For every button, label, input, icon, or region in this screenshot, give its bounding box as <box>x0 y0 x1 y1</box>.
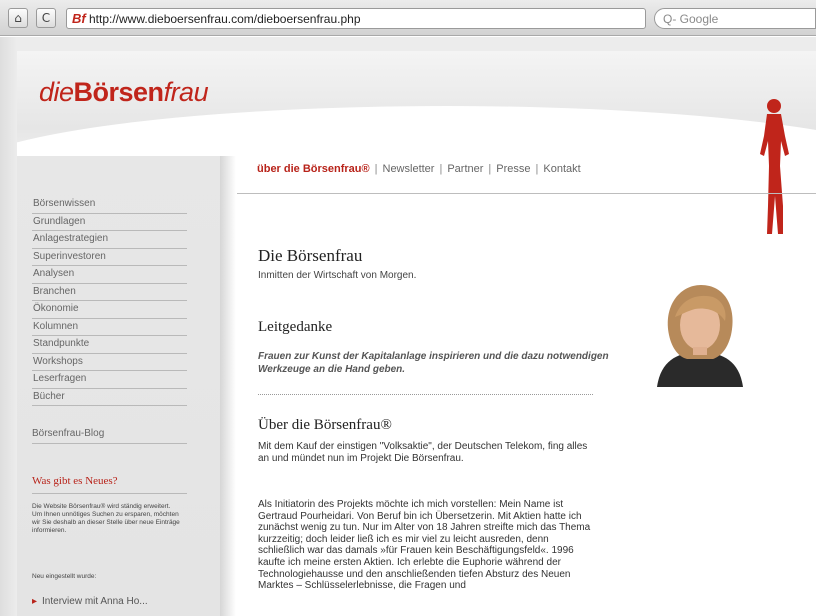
page-subtitle: Inmitten der Wirtschaft von Morgen. <box>258 270 417 281</box>
nav-divider <box>237 193 816 194</box>
favicon-icon: Bf <box>72 11 86 26</box>
sidebar-item-kolumnen[interactable]: Kolumnen <box>32 319 187 336</box>
section-heading-leitgedanke: Leitgedanke <box>258 319 333 335</box>
reload-icon: C <box>41 11 51 25</box>
portrait-image <box>639 277 759 387</box>
search-placeholder: Q- Google <box>663 12 719 26</box>
dotted-divider <box>258 394 593 395</box>
side-menu: Börsenwissen Grundlagen Anlagestrategien… <box>32 196 187 406</box>
news-divider <box>32 493 187 494</box>
leitgedanke-quote: Frauen zur Kunst der Kapitalanlage inspi… <box>258 351 609 375</box>
nav-link-kontakt[interactable]: Kontakt <box>543 163 580 175</box>
news-text: Die Website Börsenfrau® wird ständig erw… <box>32 503 180 534</box>
sidebar-item-analysen[interactable]: Analysen <box>32 266 187 284</box>
section-heading-about: Über die Börsenfrau® <box>258 417 392 433</box>
url-text[interactable]: http://www.dieboersenfrau.com/dieboersen… <box>89 12 361 26</box>
about-paragraph-2: Als Initiatorin des Projekts möchte ich … <box>258 499 591 592</box>
home-button[interactable]: ⌂ <box>8 8 28 28</box>
sidebar-item-blog[interactable]: Börsenfrau-Blog <box>32 426 187 444</box>
woman-silhouette-icon <box>760 99 789 234</box>
site-logo[interactable]: dieBörsenfrau <box>39 77 209 108</box>
nav-link-newsletter[interactable]: Newsletter <box>383 163 435 175</box>
sidebar-item-oekonomie[interactable]: Ökonomie <box>32 301 187 319</box>
site-container: dieBörsenfrau über die Börsenfrau® | Newsl… <box>17 51 816 616</box>
reload-button[interactable]: C <box>36 8 56 28</box>
sidebar-item-workshops[interactable]: Workshops <box>32 354 187 371</box>
search-input[interactable]: Q- Google <box>654 8 816 29</box>
bullet-icon: ▸ <box>32 596 38 607</box>
news-link[interactable]: ▸ Interview mit Anna Ho... <box>32 596 182 608</box>
page-background: dieBörsenfrau über die Börsenfrau® | Newsl… <box>0 37 816 616</box>
nav-link-partner[interactable]: Partner <box>447 163 483 175</box>
page-title: Die Börsenfrau <box>258 246 363 265</box>
sidebar-item-boersenwissen[interactable]: Börsenwissen <box>32 196 187 214</box>
address-bar[interactable]: Bf http://www.dieboersenfrau.com/dieboer… <box>66 8 700 29</box>
sidebar-item-superinvestoren[interactable]: Superinvestoren <box>32 249 187 266</box>
home-icon: ⌂ <box>14 11 22 25</box>
sidebar-item-standpunkte[interactable]: Standpunkte <box>32 336 187 354</box>
top-navigation: über die Börsenfrau® | Newsletter | Partner |… <box>257 163 581 175</box>
sidebar-item-branchen[interactable]: Branchen <box>32 284 187 301</box>
sidebar-item-anlagestrategien[interactable]: Anlagestrategien <box>32 231 187 249</box>
left-column-shadow <box>220 156 236 616</box>
about-paragraph-1: Mit dem Kauf der einstigen "Volksaktie",… <box>258 441 588 464</box>
news-subtitle: Neu eingestellt wurde: <box>32 573 97 580</box>
nav-link-about[interactable]: über die Börsenfrau® <box>257 163 370 175</box>
sidebar-item-buecher[interactable]: Bücher <box>32 389 187 406</box>
sidebar-item-leserfragen[interactable]: Leserfragen <box>32 371 187 389</box>
news-title: Was gibt es Neues? <box>32 475 118 487</box>
nav-link-presse[interactable]: Presse <box>496 163 530 175</box>
sidebar-item-grundlagen[interactable]: Grundlagen <box>32 214 187 231</box>
browser-toolbar: ⌂ C Bf http://www.dieboersenfrau.com/die… <box>0 0 816 36</box>
